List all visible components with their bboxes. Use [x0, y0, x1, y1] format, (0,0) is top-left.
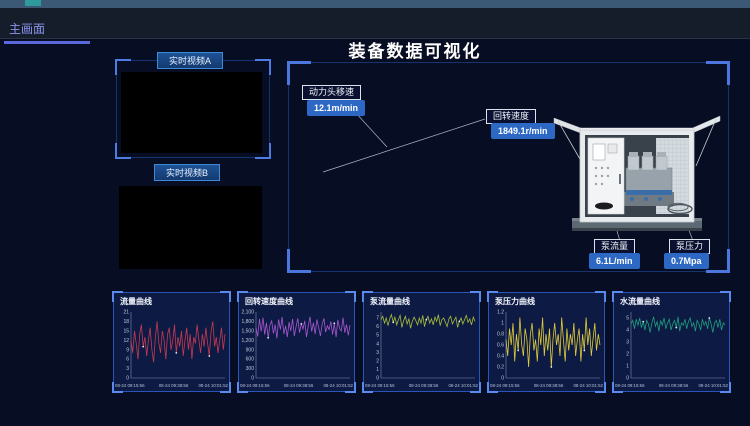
- svg-text:1: 1: [626, 364, 629, 370]
- svg-text:21: 21: [123, 310, 129, 316]
- svg-text:600: 600: [246, 357, 255, 363]
- svg-text:7: 7: [376, 316, 379, 322]
- svg-text:08-24 09:38:56: 08-24 09:38:56: [534, 383, 564, 388]
- chart-panel-rotation-speed: 回转速度曲线 0 300 600 900 1,200 1,500 1,800 2,100 08-…: [238, 292, 355, 392]
- metric-name-pump-flow: 泵流量: [594, 239, 635, 254]
- svg-text:08-24 09:38:56: 08-24 09:38:56: [159, 383, 189, 388]
- chart-title: 水流量曲线: [620, 296, 660, 307]
- chart-panel-pump-flow: 泵流量曲线 0 1 2 3 4 5 6 7 08-24 09:15:56 08-24 09:38:…: [363, 292, 480, 392]
- svg-text:0: 0: [626, 376, 629, 382]
- svg-text:18: 18: [123, 319, 129, 325]
- svg-text:0: 0: [126, 376, 129, 382]
- svg-text:3: 3: [626, 340, 629, 346]
- equipment-photo: [552, 104, 722, 239]
- top-accent-bar: [0, 0, 750, 8]
- svg-text:2: 2: [376, 359, 379, 365]
- svg-text:0: 0: [251, 376, 254, 382]
- svg-text:08-24 09:15:56: 08-24 09:15:56: [115, 383, 145, 388]
- svg-text:9: 9: [126, 347, 129, 353]
- svg-text:0.4: 0.4: [497, 354, 504, 360]
- svg-text:0.2: 0.2: [497, 365, 504, 371]
- svg-text:12: 12: [123, 338, 129, 344]
- svg-text:1.2: 1.2: [497, 310, 504, 316]
- svg-text:15: 15: [123, 329, 129, 335]
- video-b-screen: [119, 186, 262, 269]
- metric-name-rotation-speed: 回转速度: [486, 109, 536, 124]
- metric-value-pump-pressure: 0.7Mpa: [664, 253, 709, 269]
- chart-panel-flow: 流量曲线 0 3 6 9 12 15 18 21 08-24 09:15:56 08-24 09:…: [113, 292, 230, 392]
- metric-name-pump-pressure: 泵压力: [669, 239, 710, 254]
- svg-text:1,800: 1,800: [241, 319, 254, 325]
- svg-text:1,200: 1,200: [241, 338, 254, 344]
- chart-title: 泵压力曲线: [495, 296, 535, 307]
- svg-text:3: 3: [376, 350, 379, 356]
- chart-panel-water-flow: 水流量曲线 0 1 2 3 4 5 08-24 09:15:56 08-24 09:38:56…: [613, 292, 730, 392]
- metric-value-powerhead-speed: 12.1m/min: [307, 100, 365, 116]
- svg-text:0.6: 0.6: [497, 343, 504, 349]
- svg-text:08-24 10:01:52: 08-24 10:01:52: [323, 383, 353, 388]
- chart-canvas: 0 1 2 3 4 5 6 7 08-24 09:15:56 08-24 09:38:56 08-2…: [364, 307, 479, 391]
- svg-text:08-24 09:15:56: 08-24 09:15:56: [240, 383, 270, 388]
- metric-name-powerhead-speed: 动力头移速: [302, 85, 361, 100]
- svg-text:4: 4: [376, 341, 379, 347]
- video-b-header-button[interactable]: 实时视频B: [154, 164, 220, 181]
- svg-text:08-24 10:01:52: 08-24 10:01:52: [448, 383, 478, 388]
- svg-text:0: 0: [376, 376, 379, 382]
- svg-text:900: 900: [246, 347, 255, 353]
- chart-title: 回转速度曲线: [245, 296, 293, 307]
- svg-text:08-24 10:01:52: 08-24 10:01:52: [573, 383, 603, 388]
- svg-text:0.8: 0.8: [497, 332, 504, 338]
- tab-main-screen[interactable]: 主画面: [4, 17, 90, 44]
- svg-text:300: 300: [246, 366, 255, 372]
- chart-canvas: 0 1 2 3 4 5 08-24 09:15:56 08-24 09:38:56 08-24 …: [614, 307, 729, 391]
- chart-title: 泵流量曲线: [370, 296, 410, 307]
- svg-text:08-24 09:38:56: 08-24 09:38:56: [409, 383, 439, 388]
- svg-text:08-24 09:15:56: 08-24 09:15:56: [490, 383, 520, 388]
- svg-text:08-24 10:01:52: 08-24 10:01:52: [198, 383, 228, 388]
- metric-value-pump-flow: 6.1L/min: [589, 253, 640, 269]
- chart-canvas: 0 0.2 0.4 0.6 0.8 1 1.2 08-24 09:15:56 08-24 09:…: [489, 307, 604, 391]
- video-a-screen: [121, 72, 262, 153]
- svg-text:1: 1: [376, 367, 379, 373]
- svg-text:5: 5: [626, 316, 629, 322]
- svg-text:3: 3: [126, 366, 129, 372]
- equipment-panel: 动力头移速 12.1m/min 回转速度 1849.1r/min 泵流量 6.1…: [288, 62, 729, 272]
- svg-text:08-24 09:38:56: 08-24 09:38:56: [659, 383, 689, 388]
- metric-value-rotation-speed: 1849.1r/min: [491, 123, 555, 139]
- top-accent-square: [25, 0, 41, 6]
- svg-text:2,100: 2,100: [241, 310, 254, 316]
- chart-canvas: 0 300 600 900 1,200 1,500 1,800 2,100 08-24 09:1…: [239, 307, 354, 391]
- dashboard-root: 主画面 装备数据可视化 实时视频A 实时视频B: [0, 0, 750, 426]
- svg-text:1: 1: [501, 321, 504, 327]
- svg-text:6: 6: [376, 324, 379, 330]
- svg-text:1,500: 1,500: [241, 329, 254, 335]
- svg-text:6: 6: [126, 357, 129, 363]
- chart-canvas: 0 3 6 9 12 15 18 21 08-24 09:15:56 08-24 09:38:56…: [114, 307, 229, 391]
- chart-panel-pump-pressure: 泵压力曲线 0 0.2 0.4 0.6 0.8 1 1.2 08-24 09:15:56 08-…: [488, 292, 605, 392]
- svg-text:08-24 09:15:56: 08-24 09:15:56: [365, 383, 395, 388]
- video-a-header-button[interactable]: 实时视频A: [157, 52, 223, 69]
- svg-text:2: 2: [626, 352, 629, 358]
- tab-bar: 主画面: [0, 8, 750, 39]
- svg-text:5: 5: [376, 333, 379, 339]
- svg-text:4: 4: [626, 328, 629, 334]
- svg-text:08-24 09:15:56: 08-24 09:15:56: [615, 383, 645, 388]
- svg-text:08-24 10:01:52: 08-24 10:01:52: [698, 383, 728, 388]
- chart-title: 流量曲线: [120, 296, 152, 307]
- svg-text:0: 0: [501, 376, 504, 382]
- svg-text:08-24 09:38:56: 08-24 09:38:56: [284, 383, 314, 388]
